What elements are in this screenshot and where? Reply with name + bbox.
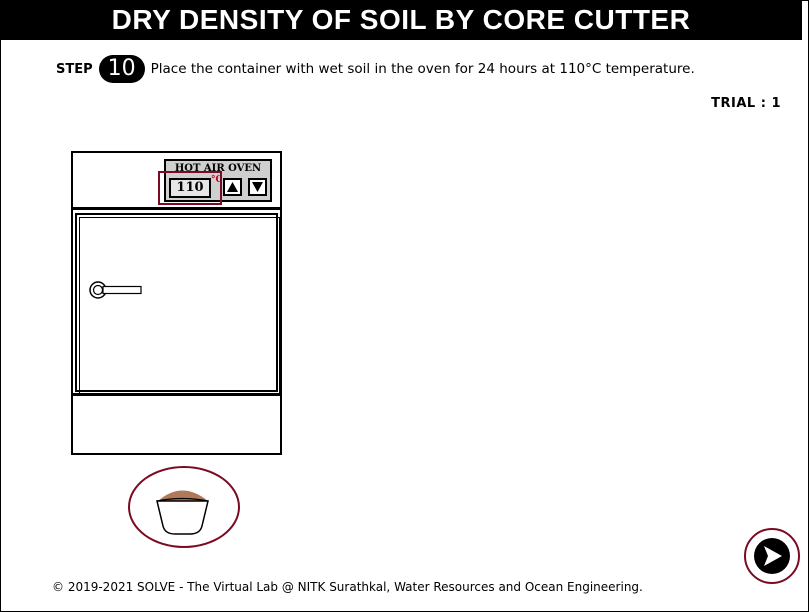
wet-soil-container[interactable]: [128, 466, 240, 548]
oven-door-frame: [79, 217, 280, 394]
footer-copyright: © 2019-2021 SOLVE - The Virtual Lab @ NI…: [52, 580, 643, 594]
temperature-up-button[interactable]: [223, 178, 242, 196]
oven-divider-bottom: [73, 393, 280, 396]
oven-divider-top: [73, 207, 280, 210]
next-step-button[interactable]: [744, 528, 800, 584]
step-instruction: Place the container with wet soil in the…: [150, 61, 695, 77]
page-title: DRY DENSITY OF SOIL BY CORE CUTTER: [0, 0, 802, 40]
next-arrow-icon: [754, 538, 790, 574]
step-label: STEP: [56, 61, 93, 77]
soil-container-icon: [156, 490, 209, 535]
oven-door[interactable]: [75, 213, 280, 394]
temperature-down-button[interactable]: [248, 178, 267, 196]
trial-indicator: TRIAL : 1: [711, 96, 781, 111]
door-handle-icon: [89, 281, 142, 299]
step-row: STEP 10 Place the container with wet soi…: [56, 55, 695, 83]
triangle-up-icon: [227, 182, 238, 192]
triangle-down-icon: [252, 182, 263, 192]
step-number-badge: 10: [98, 55, 145, 83]
temperature-highlight: [158, 171, 222, 205]
